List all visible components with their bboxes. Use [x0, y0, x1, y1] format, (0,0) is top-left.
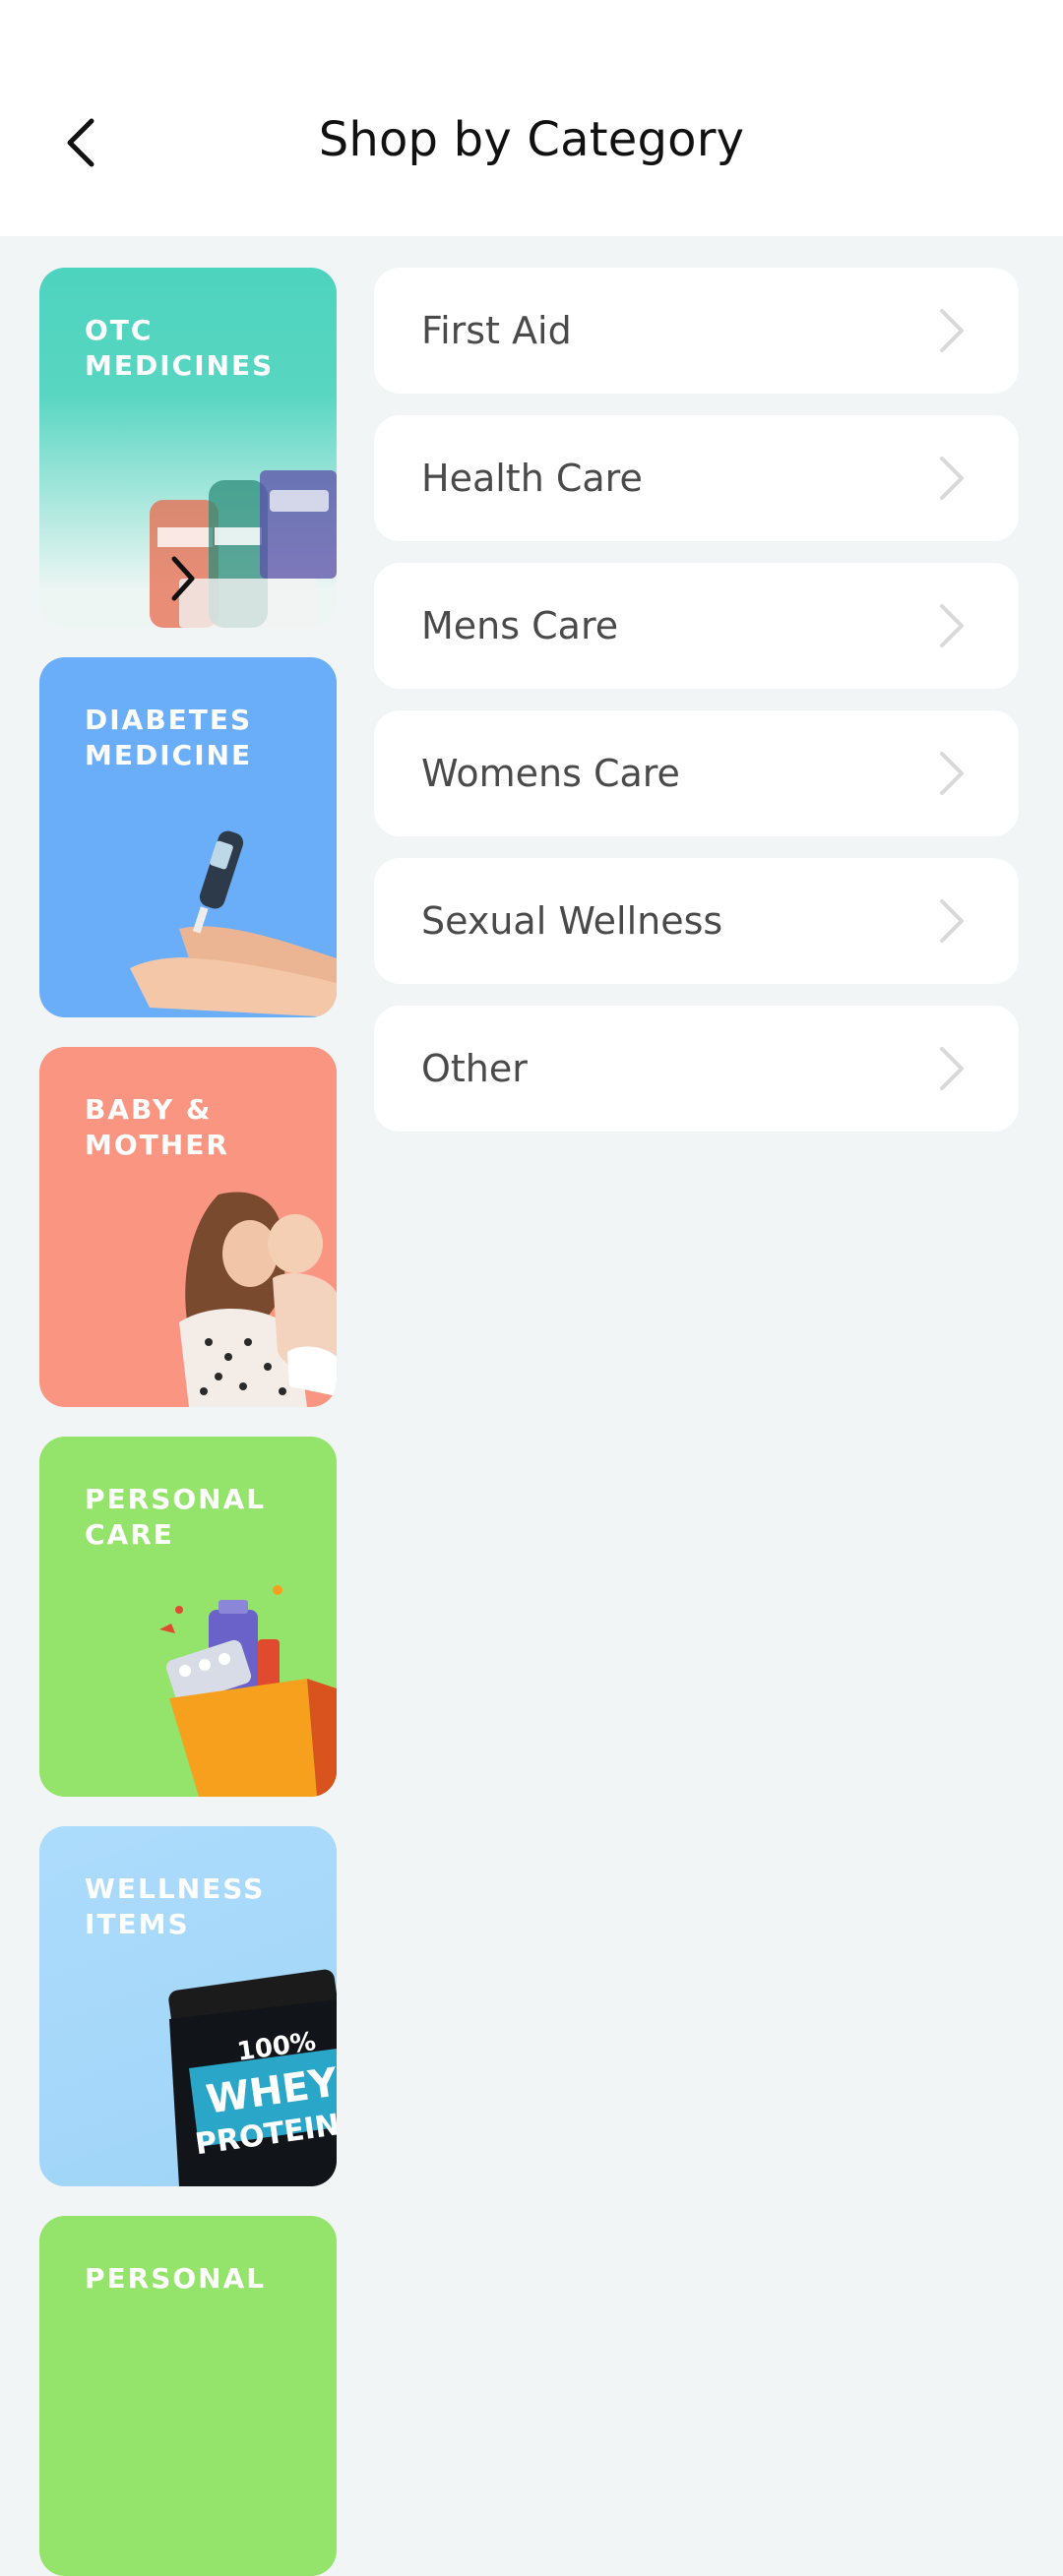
category-label: PERSONAL CARE — [85, 1483, 267, 1551]
subcategory-health-care[interactable]: Health Care — [374, 415, 1019, 541]
category-tile-otc-medicines[interactable]: OTC MEDICINES — [39, 268, 337, 628]
category-tile-personal-care[interactable]: PERSONAL CARE — [39, 1437, 337, 1797]
subcategory-womens-care[interactable]: Womens Care — [374, 710, 1019, 836]
chevron-right-icon — [940, 899, 964, 943]
category-label: BABY & MOTHER — [85, 1093, 229, 1161]
baby-mother-image — [179, 1192, 337, 1407]
category-tile-wellness-items[interactable]: WELLNESS ITEMS 100% WHEY PROTEIN — [39, 1826, 337, 2186]
whey-protein-image: 100% WHEY PROTEIN — [168, 1969, 337, 2186]
chevron-right-icon — [940, 1047, 964, 1090]
chevron-right-icon — [940, 752, 964, 795]
glucose-meter-image — [130, 830, 337, 1017]
category-tile-diabetes-medicine[interactable]: DIABETES MEDICINE — [39, 657, 337, 1017]
category-label: OTC MEDICINES — [85, 314, 275, 382]
category-label: WELLNESS ITEMS — [85, 1872, 266, 1940]
category-label: PERSONAL — [85, 2262, 267, 2295]
category-tile-personal[interactable]: PERSONAL — [39, 2216, 337, 2576]
chevron-right-icon — [940, 457, 964, 500]
subcategory-label: First Aid — [421, 309, 572, 352]
subcategory-mens-care[interactable]: Mens Care — [374, 563, 1019, 689]
category-label: DIABETES MEDICINE — [85, 704, 253, 771]
category-tile-baby-mother[interactable]: BABY & MOTHER — [39, 1047, 337, 1407]
subcategory-label: Womens Care — [421, 752, 680, 795]
subcategory-first-aid[interactable]: First Aid — [374, 268, 1019, 394]
page-title: Shop by Category — [318, 112, 745, 167]
app-header: Shop by Category — [0, 0, 1063, 236]
personal-care-image — [159, 1585, 337, 1797]
chevron-right-icon — [940, 604, 964, 647]
chevron-right-icon — [171, 556, 195, 601]
subcategory-sexual-wellness[interactable]: Sexual Wellness — [374, 858, 1019, 984]
subcategory-label: Other — [421, 1047, 528, 1090]
subcategory-label: Health Care — [421, 457, 643, 500]
subcategory-label: Mens Care — [421, 604, 619, 647]
subcategory-label: Sexual Wellness — [421, 899, 723, 943]
chevron-right-icon — [940, 309, 964, 352]
subcategory-other[interactable]: Other — [374, 1006, 1019, 1132]
